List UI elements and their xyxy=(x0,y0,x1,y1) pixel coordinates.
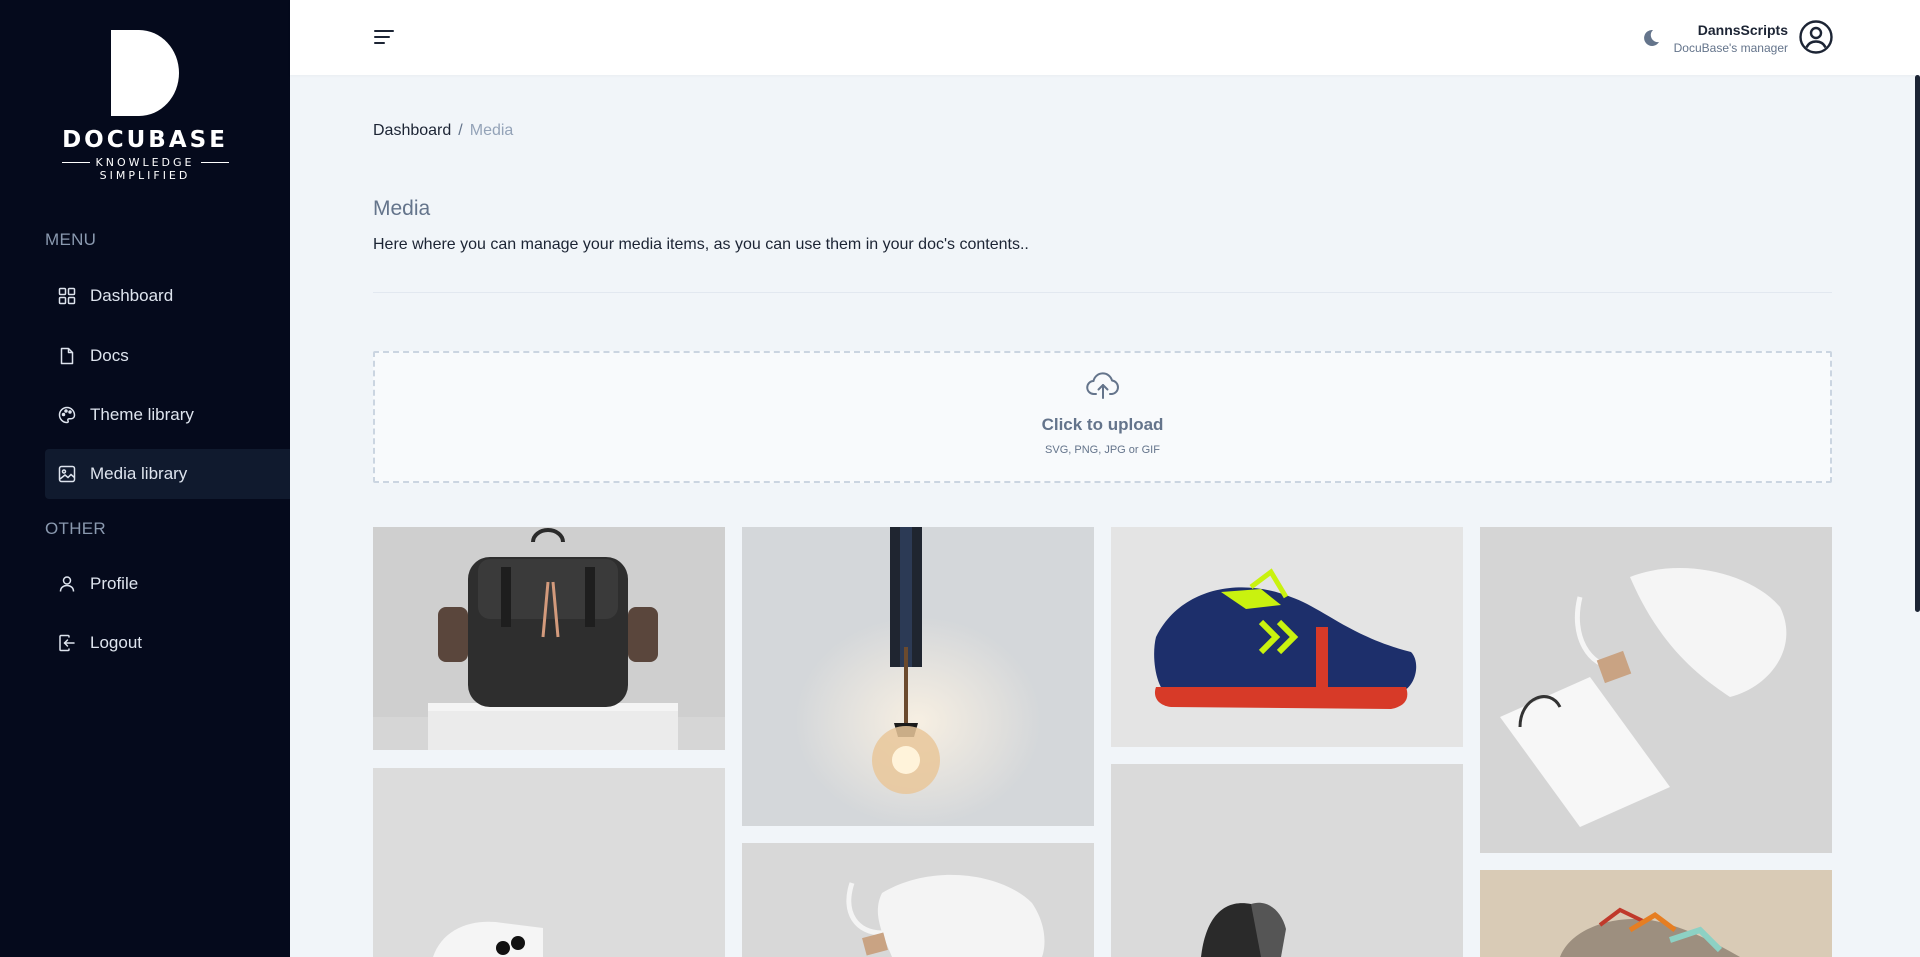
brand-name: DOCUBASE xyxy=(62,127,228,153)
upload-dropzone[interactable]: Click to upload SVG, PNG, JPG or GIF xyxy=(373,351,1832,483)
brand-tagline-2: SIMPLIFIED xyxy=(99,169,191,182)
docubase-logo-icon xyxy=(111,30,179,116)
media-item-pouch-bag[interactable] xyxy=(1480,527,1832,853)
menu-heading: MENU xyxy=(45,230,97,249)
logout-icon xyxy=(59,634,75,652)
sidebar-item-dashboard[interactable]: Dashboard xyxy=(45,271,290,321)
user-name: DannsScripts xyxy=(1697,22,1788,38)
page-title: Media xyxy=(373,197,431,220)
sidebar-item-logout[interactable]: Logout xyxy=(45,618,290,668)
sidebar-item-theme-library[interactable]: Theme library xyxy=(45,390,290,440)
breadcrumb-dashboard-link[interactable]: Dashboard xyxy=(373,122,451,140)
user-info[interactable]: DannsScripts DocuBase's manager xyxy=(1674,22,1788,55)
grid-icon xyxy=(58,287,76,305)
controller-image xyxy=(373,768,725,957)
divider xyxy=(373,292,1832,293)
media-item-lamp[interactable] xyxy=(742,527,1094,826)
brand-logo[interactable]: DOCUBASE KNOWLEDGE SIMPLIFIED xyxy=(0,30,290,183)
sidebar: DOCUBASE KNOWLEDGE SIMPLIFIED MENU Dashb… xyxy=(0,0,290,957)
media-item-backpack[interactable] xyxy=(373,527,725,750)
user-role: DocuBase's manager xyxy=(1673,41,1788,55)
colorful-sneaker-image xyxy=(1480,870,1832,957)
breadcrumb-current: Media xyxy=(469,122,514,139)
other-heading: OTHER xyxy=(45,519,106,538)
top-header: DannsScripts DocuBase's manager xyxy=(290,0,1920,75)
media-item-pouch[interactable] xyxy=(742,843,1094,957)
media-item-controller[interactable] xyxy=(373,768,725,957)
document-icon xyxy=(60,347,74,365)
breadcrumb: Dashboard / Media xyxy=(373,122,513,140)
user-avatar-icon[interactable] xyxy=(1798,19,1834,55)
brand-tagline-row: KNOWLEDGE xyxy=(0,156,290,169)
palette-icon xyxy=(58,406,76,424)
sidebar-item-label: Docs xyxy=(90,346,129,365)
media-item-smartwatch[interactable] xyxy=(1111,764,1463,957)
media-item-sneaker-blue[interactable] xyxy=(1111,527,1463,747)
sidebar-item-label: Theme library xyxy=(90,405,194,424)
page-description: Here where you can manage your media ite… xyxy=(373,236,1029,253)
cloud-upload-icon xyxy=(1085,372,1119,399)
backpack-image xyxy=(373,527,725,750)
sidebar-item-label: Dashboard xyxy=(90,286,174,305)
user-icon xyxy=(59,576,75,592)
media-item-sneaker-colorful[interactable] xyxy=(1480,870,1832,957)
smartwatch-image xyxy=(1111,764,1463,957)
breadcrumb-separator: / xyxy=(458,122,463,139)
lamp-image xyxy=(742,527,1094,826)
page-scrollbar[interactable] xyxy=(1915,75,1920,612)
sidebar-item-label: Media library xyxy=(90,464,188,483)
image-icon xyxy=(58,465,76,483)
pouch-and-bag-image xyxy=(1480,527,1832,853)
sidebar-item-docs[interactable]: Docs xyxy=(45,331,290,381)
upload-title: Click to upload xyxy=(1041,415,1164,434)
sidebar-item-label: Logout xyxy=(90,633,142,652)
moon-icon[interactable] xyxy=(1640,27,1662,49)
sidebar-item-label: Profile xyxy=(90,574,139,593)
brand-tagline-1: KNOWLEDGE xyxy=(95,156,195,169)
upload-formats: SVG, PNG, JPG or GIF xyxy=(1045,444,1160,456)
pouch-image xyxy=(742,843,1094,957)
sidebar-item-media-library[interactable]: Media library xyxy=(45,449,290,499)
sidebar-item-profile[interactable]: Profile xyxy=(45,559,290,609)
hamburger-menu-icon[interactable] xyxy=(373,26,395,48)
blue-sneaker-image xyxy=(1111,527,1463,747)
